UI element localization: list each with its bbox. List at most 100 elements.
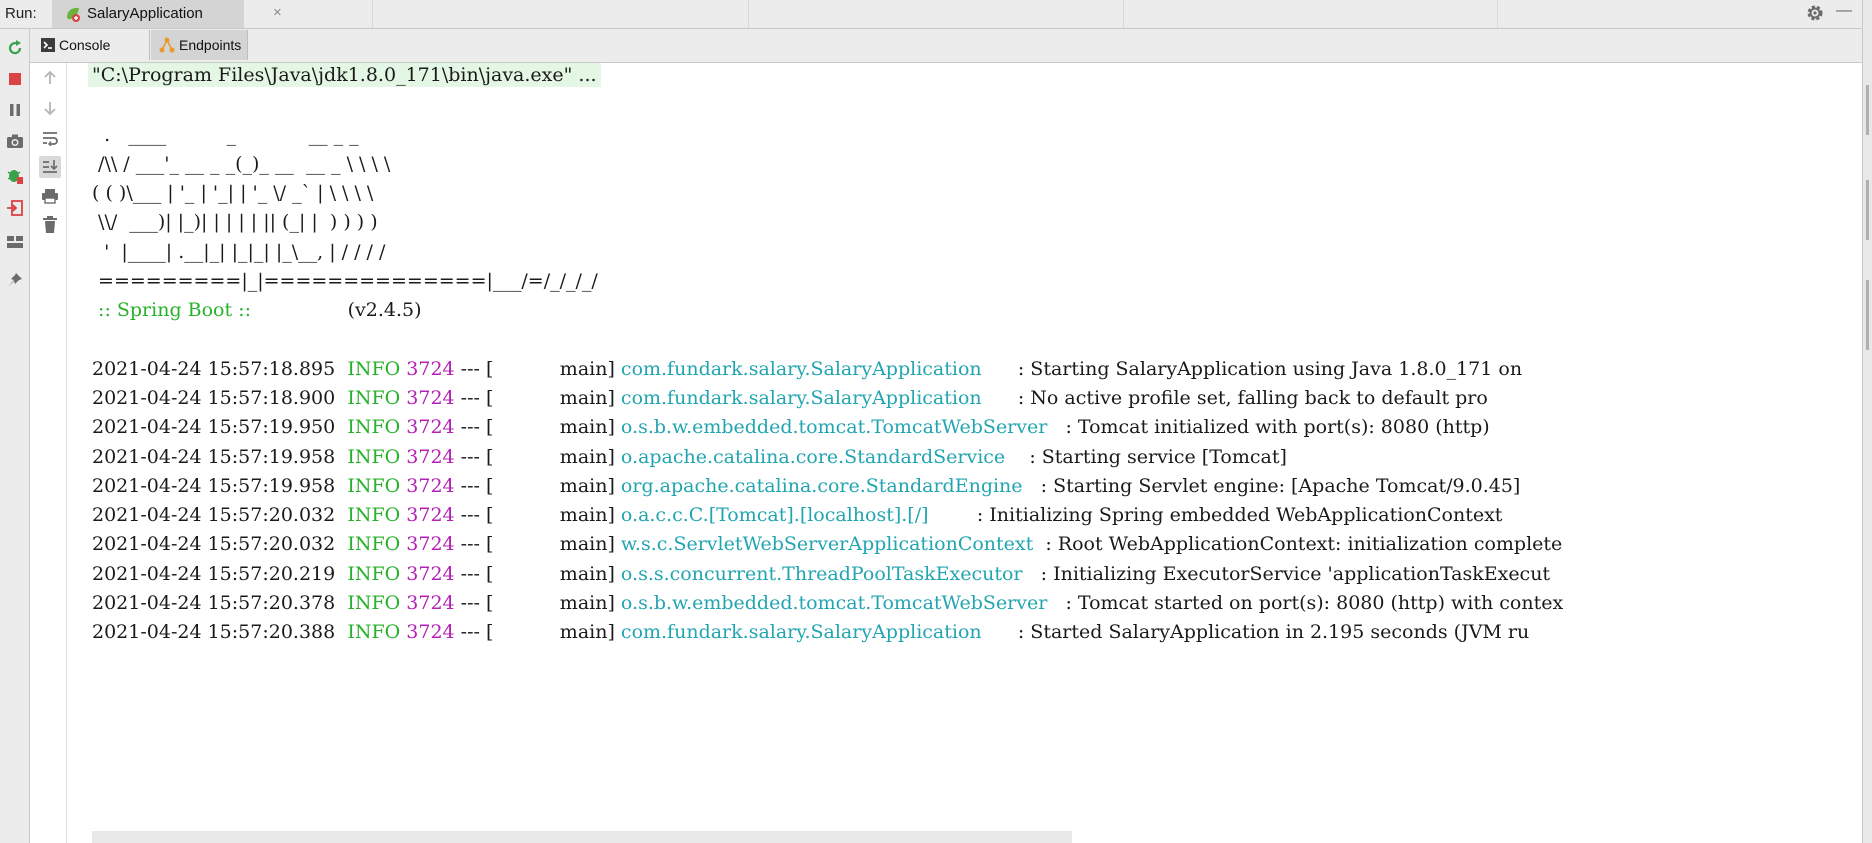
log-thread: --- [ main]: [454, 533, 621, 555]
hide-toolwindow-button[interactable]: —: [1836, 2, 1852, 20]
run-actions-toolbar: [0, 29, 30, 843]
banner-line: ' |____| .__|_| |_|_| |_\__, | / / / /: [92, 241, 386, 263]
log-thread: --- [ main]: [454, 563, 621, 585]
log-timestamp: 2021-04-24 15:57:20.219: [92, 563, 336, 585]
horizontal-scrollbar[interactable]: [92, 831, 1072, 843]
tab-bar-divider: [1497, 0, 1498, 28]
log-thread: --- [ main]: [454, 475, 621, 497]
tab-bar-divider: [748, 0, 749, 28]
console-output[interactable]: "C:\Program Files\Java\jdk1.8.0_171\bin\…: [67, 63, 1862, 843]
log-logger: o.s.s.concurrent.ThreadPoolTaskExecutor: [620, 563, 1035, 585]
log-message: : Tomcat initialized with port(s): 8080 …: [1059, 416, 1490, 438]
tab-endpoints[interactable]: Endpoints: [151, 30, 248, 60]
log-line: 2021-04-24 15:57:20.378 INFO 3724 --- [ …: [92, 591, 1563, 615]
log-pid: 3724: [406, 533, 455, 555]
log-logger: w.s.c.ServletWebServerApplicationContext: [620, 533, 1040, 555]
scroll-to-end-icon[interactable]: [39, 156, 61, 178]
log-level: INFO: [347, 475, 401, 497]
log-level: INFO: [347, 621, 401, 643]
stop-icon[interactable]: [4, 68, 26, 90]
side-tool-button[interactable]: [1866, 180, 1869, 240]
tab-bar-divider: [372, 0, 373, 28]
log-pid: 3724: [406, 416, 455, 438]
log-logger: o.a.c.c.C.[Tomcat].[localhost].[/]: [620, 504, 971, 526]
log-pid: 3724: [406, 475, 455, 497]
log-level: INFO: [347, 416, 401, 438]
log-thread: --- [ main]: [454, 387, 621, 409]
banner-line: ( ( )\___ | '_ | '_| | '_ \/ _` | \ \ \ …: [92, 182, 374, 204]
log-line: 2021-04-24 15:57:18.900 INFO 3724 --- [ …: [92, 386, 1488, 410]
tab-console-label: Console: [59, 37, 111, 53]
log-timestamp: 2021-04-24 15:57:19.958: [92, 446, 336, 468]
spring-boot-version: (v2.4.5): [257, 299, 422, 321]
log-timestamp: 2021-04-24 15:57:20.032: [92, 504, 336, 526]
log-message: : Started SalaryApplication in 2.195 sec…: [1011, 621, 1530, 643]
log-logger: o.apache.catalina.core.StandardService: [620, 446, 1024, 468]
log-pid: 3724: [406, 621, 455, 643]
up-icon[interactable]: [39, 67, 61, 89]
log-logger: com.fundark.salary.SalaryApplication: [620, 387, 1012, 409]
dump-threads-icon[interactable]: [4, 130, 26, 152]
log-pid: 3724: [406, 446, 455, 468]
side-tool-button[interactable]: [1866, 280, 1869, 350]
log-timestamp: 2021-04-24 15:57:19.950: [92, 416, 336, 438]
log-line: 2021-04-24 15:57:20.032 INFO 3724 --- [ …: [92, 532, 1562, 556]
log-level: INFO: [347, 387, 401, 409]
banner-line: . ____ _ __ _ _: [92, 124, 359, 146]
clear-icon[interactable]: [39, 214, 61, 236]
log-pid: 3724: [406, 387, 455, 409]
log-thread: --- [ main]: [454, 446, 621, 468]
log-message: : Initializing Spring embedded WebApplic…: [970, 504, 1503, 526]
spring-boot-version-line: :: Spring Boot :: (v2.4.5): [92, 298, 422, 322]
log-pid: 3724: [406, 504, 455, 526]
log-message: : Starting service [Tomcat]: [1023, 446, 1287, 468]
rerun-icon[interactable]: [4, 37, 26, 59]
run-tab-salaryapplication[interactable]: SalaryApplication ×: [52, 0, 282, 28]
soft-wrap-icon[interactable]: [39, 127, 61, 149]
log-line: 2021-04-24 15:57:20.219 INFO 3724 --- [ …: [92, 562, 1550, 586]
close-icon[interactable]: ×: [273, 4, 282, 21]
debug-icon[interactable]: [4, 165, 26, 187]
print-icon[interactable]: [39, 185, 61, 207]
layout-icon[interactable]: [4, 231, 26, 253]
down-icon[interactable]: [39, 97, 61, 119]
run-tab-title: SalaryApplication: [87, 5, 203, 22]
log-message: : Root WebApplicationContext: initializa…: [1039, 533, 1563, 555]
side-tool-button[interactable]: [1866, 85, 1869, 135]
log-line: 2021-04-24 15:57:19.958 INFO 3724 --- [ …: [92, 474, 1520, 498]
log-logger: com.fundark.salary.SalaryApplication: [620, 621, 1012, 643]
exit-icon[interactable]: [4, 197, 26, 219]
pin-icon[interactable]: [4, 269, 26, 291]
log-timestamp: 2021-04-24 15:57:19.958: [92, 475, 336, 497]
run-label: Run:: [5, 5, 37, 22]
console-toolbar: [34, 63, 67, 843]
log-message: : No active profile set, falling back to…: [1011, 387, 1488, 409]
log-timestamp: 2021-04-24 15:57:20.388: [92, 621, 336, 643]
console-subtab-bar: Console Endpoints: [30, 29, 1862, 63]
spring-boot-label: :: Spring Boot ::: [92, 299, 258, 321]
log-thread: --- [ main]: [454, 504, 621, 526]
log-level: INFO: [347, 592, 401, 614]
tab-bar-divider: [1123, 0, 1124, 28]
tab-endpoints-label: Endpoints: [179, 37, 242, 53]
log-message: : Starting Servlet engine: [Apache Tomca…: [1034, 475, 1521, 497]
log-thread: --- [ main]: [454, 592, 621, 614]
log-logger: o.s.b.w.embedded.tomcat.TomcatWebServer: [620, 416, 1060, 438]
log-message: : Initializing ExecutorService 'applicat…: [1034, 563, 1551, 585]
log-thread: --- [ main]: [454, 416, 621, 438]
gear-icon[interactable]: [1805, 3, 1825, 28]
pause-icon[interactable]: [4, 99, 26, 121]
tab-console[interactable]: Console: [33, 30, 150, 60]
log-timestamp: 2021-04-24 15:57:18.900: [92, 387, 336, 409]
banner-line: \\/ ___)| |_)| | | | | || (_| | ) ) ) ): [92, 211, 378, 233]
spring-boot-app-icon: [64, 5, 82, 28]
log-pid: 3724: [406, 563, 455, 585]
log-pid: 3724: [406, 592, 455, 614]
banner-line: =========|_|==============|___/=/_/_/_/: [92, 270, 598, 292]
log-level: INFO: [347, 504, 401, 526]
log-message: : Tomcat started on port(s): 8080 (http)…: [1059, 592, 1564, 614]
log-level: INFO: [347, 358, 401, 380]
log-message: : Starting SalaryApplication using Java …: [1011, 358, 1523, 380]
log-thread: --- [ main]: [454, 358, 621, 380]
log-line: 2021-04-24 15:57:19.958 INFO 3724 --- [ …: [92, 445, 1287, 469]
